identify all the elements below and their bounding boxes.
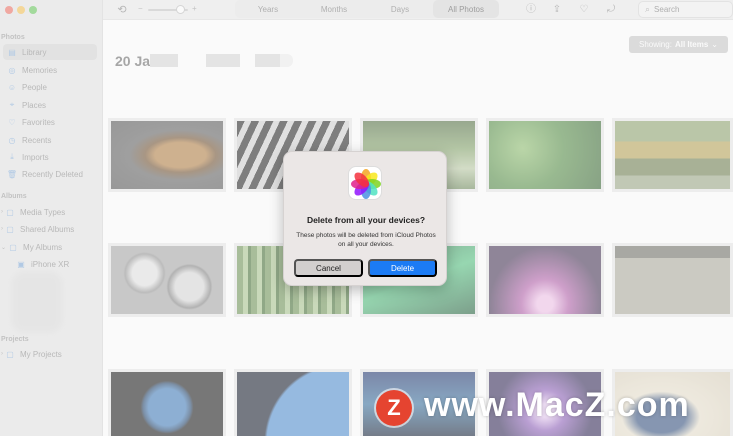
dialog-message: These photos will be deleted from iCloud… <box>296 232 436 248</box>
cancel-button[interactable]: Cancel <box>294 259 363 277</box>
watermark-text: www.MacZ.com <box>424 386 690 424</box>
delete-confirmation-dialog: Delete from all your devices? These phot… <box>283 151 447 286</box>
watermark-logo: Z <box>376 390 412 426</box>
delete-button[interactable]: Delete <box>368 259 437 277</box>
photos-flower-icon <box>351 169 381 199</box>
dialog-title: Delete from all your devices? <box>306 215 426 225</box>
photos-app-icon <box>348 166 382 200</box>
